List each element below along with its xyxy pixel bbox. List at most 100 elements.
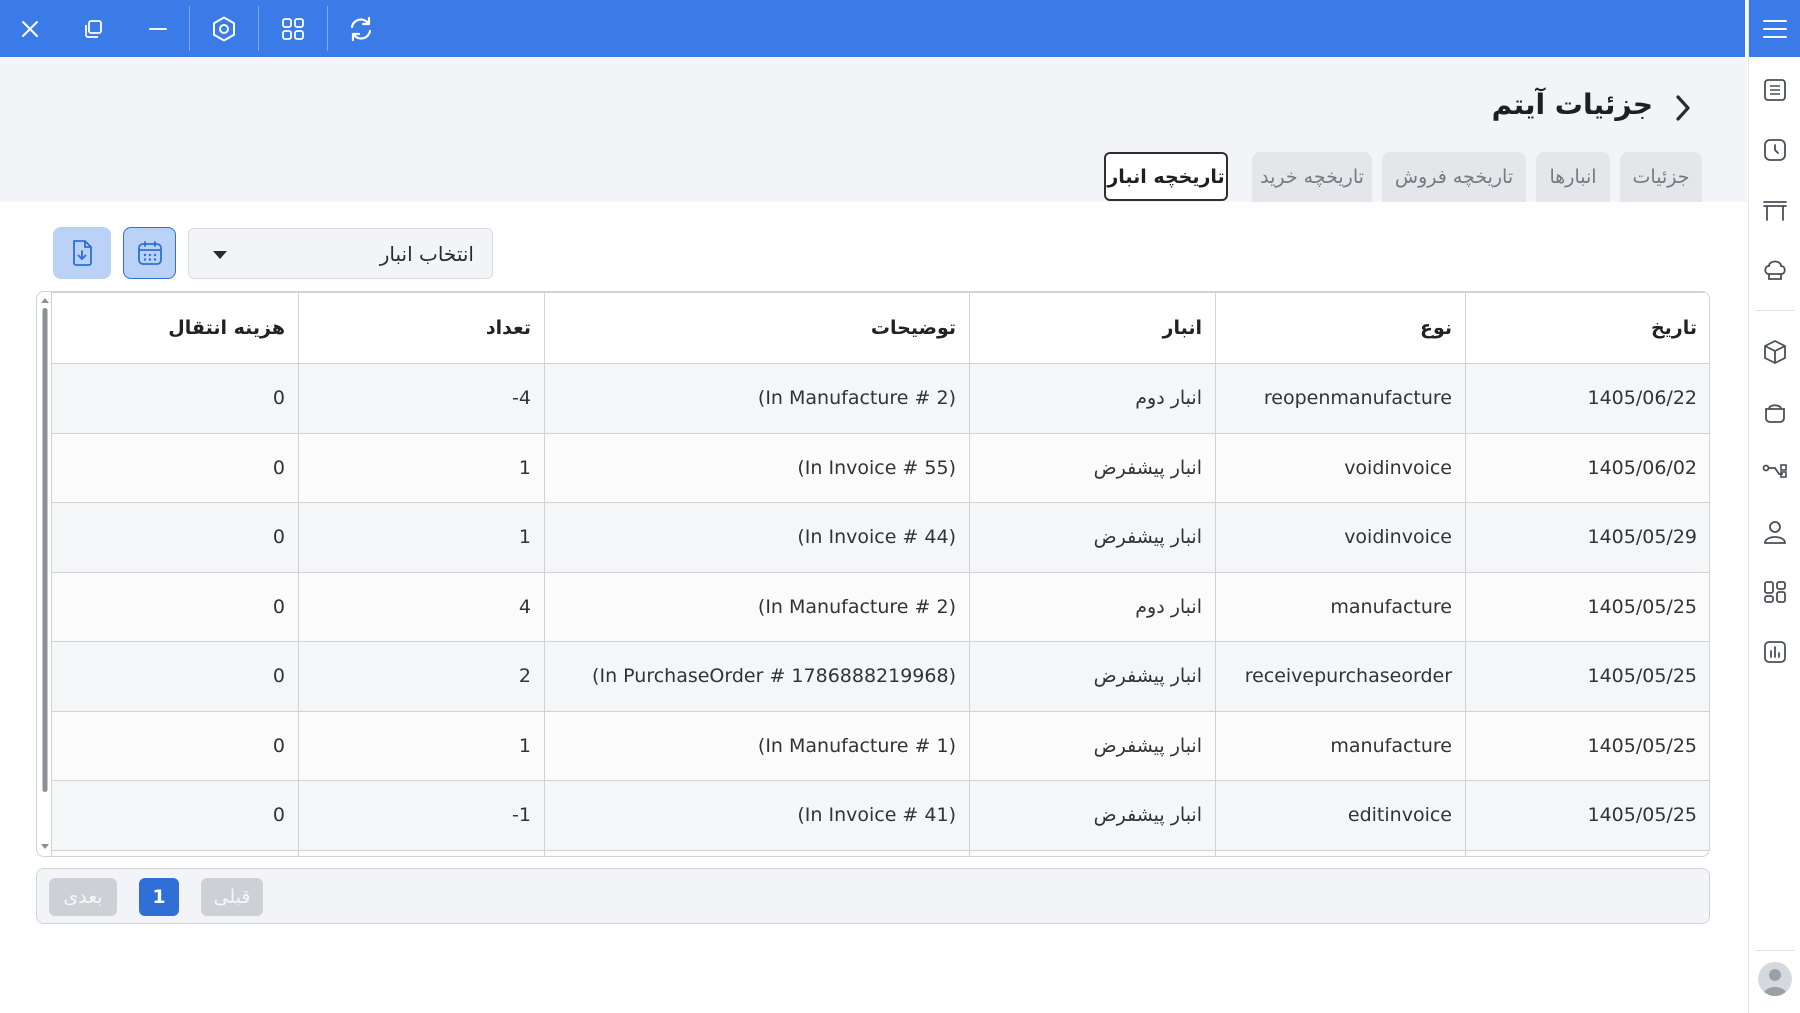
cell-transfer-cost: 0 (51, 780, 299, 851)
table-row[interactable]: 1405/06/02 voidinvoice انبار پیشفرض (In … (51, 432, 1709, 503)
pagination-bar: بعدی 1 قبلی (36, 868, 1710, 924)
cell-quantity: 1- (298, 780, 545, 851)
box-icon[interactable] (1757, 334, 1793, 370)
date-filter-button[interactable] (123, 227, 176, 279)
page-1-button[interactable]: 1 (139, 878, 179, 916)
cell-quantity: 4 (298, 571, 545, 642)
minimize-icon[interactable] (136, 8, 180, 50)
cell-warehouse: انبار پیشفرض (969, 502, 1216, 573)
column-header-transfer-cost[interactable]: هزینه انتقال (51, 292, 299, 364)
table-cell (51, 849, 299, 856)
history-table-container: تاریخ نوع انبار توضیحات تعداد هزینه انتق… (36, 291, 1710, 857)
restore-icon[interactable] (72, 8, 116, 50)
cell-type: receivepurchaseorder (1215, 641, 1466, 712)
cell-type: reopenmanufacture (1215, 363, 1466, 434)
clock-icon[interactable] (1757, 132, 1793, 168)
cell-warehouse: انبار پیشفرض (969, 780, 1216, 851)
file-download-icon (73, 240, 92, 266)
cell-date: 1405/06/02 (1465, 432, 1709, 503)
apps-grid-icon[interactable] (271, 8, 315, 50)
next-page-button[interactable]: بعدی (49, 878, 117, 916)
cell-warehouse: انبار پیشفرض (969, 641, 1216, 712)
cell-type: manufacture (1215, 571, 1466, 642)
table-row-partial (51, 849, 1709, 856)
cell-date: 1405/05/25 (1465, 571, 1709, 642)
caret-down-icon (213, 251, 227, 259)
tab-sales-history[interactable]: تاریخچه فروش (1382, 152, 1526, 202)
column-header-date[interactable]: تاریخ (1465, 292, 1709, 364)
table-cell (544, 849, 970, 856)
report-icon[interactable] (1757, 634, 1793, 670)
chef-hat-icon[interactable] (1757, 252, 1793, 288)
column-header-description[interactable]: توضیحات (544, 292, 970, 364)
table-row[interactable]: 1405/05/25 manufacture انبار دوم (In Man… (51, 571, 1709, 642)
menu-icon[interactable] (1749, 0, 1800, 57)
cell-quantity: 1 (298, 432, 545, 503)
calendar-icon (137, 241, 162, 265)
title-bar (0, 0, 1745, 57)
tab-warehouses[interactable]: انبارها (1536, 152, 1610, 202)
cell-transfer-cost: 0 (51, 571, 299, 642)
refresh-icon[interactable] (339, 8, 383, 50)
list-icon[interactable] (1757, 72, 1793, 108)
cell-date: 1405/05/25 (1465, 641, 1709, 712)
cell-description: (In Manufacture # 2) (544, 571, 970, 642)
cell-quantity: 1 (298, 710, 545, 781)
cell-quantity: 2 (298, 641, 545, 712)
cell-type: voidinvoice (1215, 432, 1466, 503)
table-cell (1465, 849, 1709, 856)
cell-description: (In Manufacture # 2) (544, 363, 970, 434)
cell-type: manufacture (1215, 710, 1466, 781)
cell-type: editinvoice (1215, 780, 1466, 851)
sidebar-divider (1755, 310, 1795, 311)
cell-warehouse: انبار دوم (969, 571, 1216, 642)
cell-description: (In Invoice # 55) (544, 432, 970, 503)
cell-warehouse: انبار دوم (969, 363, 1216, 434)
column-header-quantity[interactable]: تعداد (298, 292, 545, 364)
cell-transfer-cost: 0 (51, 432, 299, 503)
cell-date: 1405/05/29 (1465, 502, 1709, 573)
dashboard-icon[interactable] (1757, 574, 1793, 610)
table-row[interactable]: 1405/06/22 reopenmanufacture انبار دوم (… (51, 363, 1709, 434)
cell-date: 1405/05/25 (1465, 780, 1709, 851)
sidebar (1748, 0, 1800, 1013)
chevron-right-icon[interactable] (1668, 90, 1698, 126)
cell-quantity: 1 (298, 502, 545, 573)
warehouse-select-label: انتخاب انبار (379, 242, 474, 266)
tab-warehouse-history[interactable]: تاریخچه انبار (1104, 152, 1228, 201)
table-cell (969, 849, 1216, 856)
cell-quantity: 4- (298, 363, 545, 434)
tab-details[interactable]: جزئیات (1620, 152, 1702, 202)
workflow-icon[interactable] (1757, 454, 1793, 490)
cell-warehouse: انبار پیشفرض (969, 432, 1216, 503)
titlebar-divider (258, 6, 259, 51)
cell-date: 1405/06/22 (1465, 363, 1709, 434)
table-row[interactable]: 1405/05/25 receivepurchaseorder انبار پی… (51, 641, 1709, 712)
table-row[interactable]: 1405/05/29 voidinvoice انبار پیشفرض (In … (51, 502, 1709, 573)
settings-icon[interactable] (202, 8, 246, 50)
column-header-type[interactable]: نوع (1215, 292, 1466, 364)
table-icon[interactable] (1757, 192, 1793, 228)
table-cell (1215, 849, 1466, 856)
previous-page-button[interactable]: قبلی (201, 878, 263, 916)
cell-type: voidinvoice (1215, 502, 1466, 573)
tab-purchase-history[interactable]: تاریخچه خرید (1252, 152, 1372, 202)
sidebar-divider (1755, 950, 1795, 951)
cell-date: 1405/05/25 (1465, 710, 1709, 781)
table-scrollbar[interactable] (39, 294, 51, 854)
titlebar-divider (327, 6, 328, 51)
cell-description: (In PurchaseOrder # 1786888219968) (544, 641, 970, 712)
history-table: تاریخ نوع انبار توضیحات تعداد هزینه انتق… (51, 292, 1709, 856)
export-file-button[interactable] (53, 227, 111, 279)
pot-icon[interactable] (1757, 394, 1793, 430)
table-row[interactable]: 1405/05/25 manufacture انبار پیشفرض (In … (51, 710, 1709, 781)
cell-description: (In Manufacture # 1) (544, 710, 970, 781)
cell-warehouse: انبار پیشفرض (969, 710, 1216, 781)
close-icon[interactable] (8, 8, 52, 50)
table-row[interactable]: 1405/05/25 editinvoice انبار پیشفرض (In … (51, 780, 1709, 851)
user-icon[interactable] (1757, 514, 1793, 550)
avatar-icon[interactable] (1758, 962, 1792, 996)
column-header-warehouse[interactable]: انبار (969, 292, 1216, 364)
warehouse-select[interactable]: انتخاب انبار (188, 228, 493, 279)
page-title: جزئیات آیتم (1491, 88, 1653, 121)
